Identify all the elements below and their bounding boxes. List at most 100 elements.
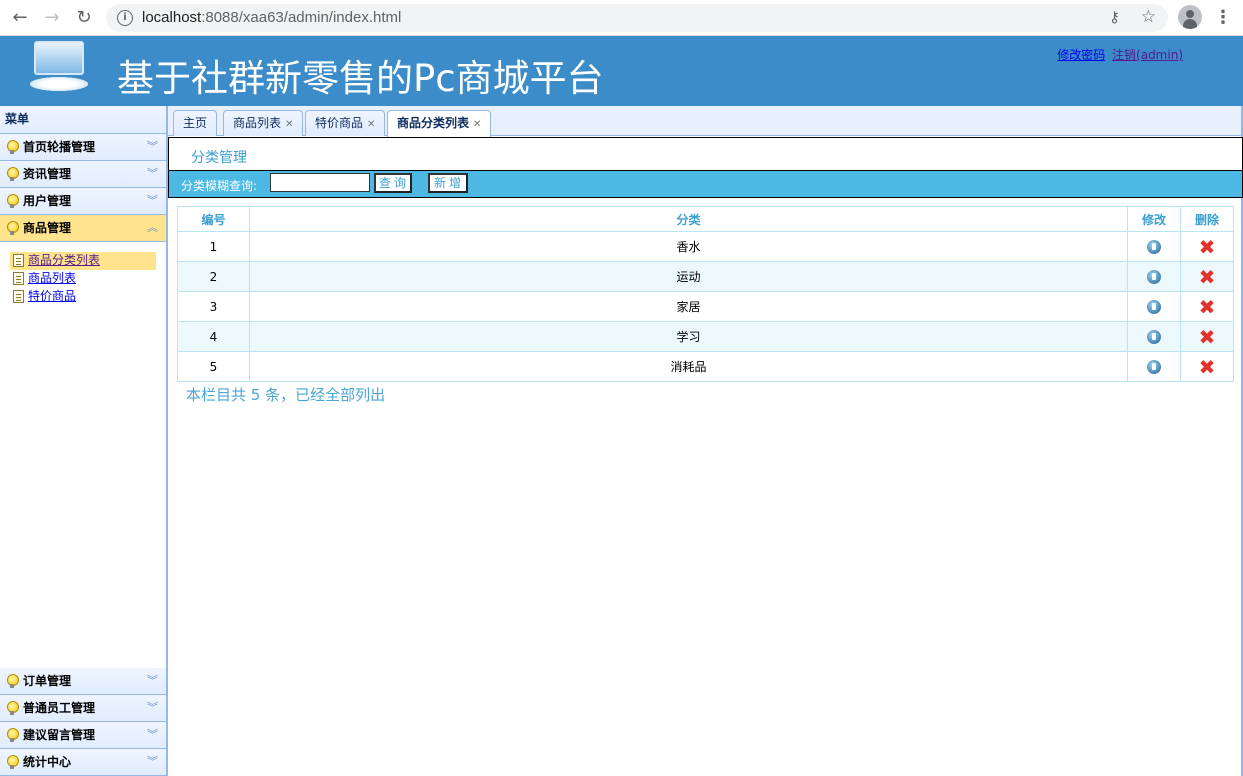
query-button[interactable]: 查询: [374, 173, 412, 193]
sidebar-panel-staff[interactable]: 普通员工管理 ︾: [0, 695, 166, 722]
panel-label: 统计中心: [23, 755, 72, 769]
sidebar-item-label[interactable]: 商品分类列表: [28, 253, 100, 267]
profile-avatar-icon[interactable]: [1178, 5, 1202, 29]
delete-x-icon[interactable]: ✖: [1199, 237, 1216, 257]
more-menu-icon[interactable]: ⋮: [1213, 6, 1233, 30]
column-header-delete: 删除: [1180, 206, 1234, 232]
cell-edit: [1127, 231, 1181, 262]
lightbulb-icon: [7, 194, 19, 208]
chevron-down-icon[interactable]: ︾: [147, 668, 158, 694]
forward-arrow-icon[interactable]: →: [40, 6, 64, 30]
panel-label: 资讯管理: [23, 167, 72, 181]
tab-label: 商品分类列表: [397, 116, 470, 130]
url-path: :8088/xaa63/admin/index.html: [201, 9, 402, 26]
delete-x-icon[interactable]: ✖: [1199, 327, 1216, 347]
chevron-down-icon[interactable]: ︾: [147, 161, 158, 187]
tab-bar: 主页 商品列表 ✕ 特价商品 ✕ 商品分类列表 ✕: [168, 106, 1241, 137]
sidebar-item-product-list[interactable]: 商品列表: [10, 270, 156, 288]
cell-edit: [1127, 261, 1181, 292]
sidebar-panel-products[interactable]: 商品管理 ︽: [0, 215, 166, 242]
cell-id: 2: [177, 261, 250, 292]
tab-label: 特价商品: [315, 116, 364, 130]
close-icon[interactable]: ✕: [285, 119, 293, 130]
chevron-down-icon[interactable]: ︾: [147, 188, 158, 214]
close-icon[interactable]: ✕: [367, 119, 375, 130]
cell-category: 消耗品: [249, 351, 1128, 382]
category-search-input[interactable]: [270, 173, 370, 192]
tab-label: 商品列表: [233, 116, 282, 130]
tab-product-list[interactable]: 商品列表 ✕: [223, 110, 304, 136]
add-button[interactable]: 新增: [428, 173, 468, 193]
url-text[interactable]: localhost:8088/xaa63/admin/index.html: [142, 9, 401, 26]
cell-category: 运动: [249, 261, 1128, 292]
key-icon[interactable]: ⚷: [1109, 8, 1120, 26]
cell-edit: [1127, 321, 1181, 352]
cell-delete: ✖: [1180, 261, 1234, 292]
close-icon[interactable]: ✕: [473, 119, 481, 130]
tab-category-list[interactable]: 商品分类列表 ✕: [387, 110, 492, 137]
cell-category: 香水: [249, 231, 1128, 262]
bookmark-star-icon[interactable]: ☆: [1141, 7, 1156, 27]
computer-logo-icon: [30, 41, 88, 93]
info-icon[interactable]: i: [117, 10, 133, 26]
logout-link[interactable]: 注销(admin): [1112, 48, 1183, 62]
chevron-down-icon[interactable]: ︾: [147, 134, 158, 160]
search-label: 分类模糊查询:: [181, 179, 258, 193]
address-bar[interactable]: i localhost:8088/xaa63/admin/index.html …: [106, 4, 1168, 32]
sidebar-panel-statistics[interactable]: 统计中心 ︾: [0, 749, 166, 776]
lightbulb-icon: [7, 221, 19, 235]
sidebar-item-label[interactable]: 商品列表: [28, 271, 76, 285]
cell-edit: [1127, 291, 1181, 322]
document-icon: [13, 272, 24, 285]
app-title: 基于社群新零售的Pc商城平台: [117, 57, 604, 100]
sidebar-panel-users[interactable]: 用户管理 ︾: [0, 188, 166, 215]
delete-x-icon[interactable]: ✖: [1199, 357, 1216, 377]
cell-category: 家居: [249, 291, 1128, 322]
change-password-link[interactable]: 修改密码: [1057, 48, 1105, 62]
products-submenu: 商品分类列表 商品列表 特价商品: [0, 242, 166, 668]
delete-x-icon[interactable]: ✖: [1199, 267, 1216, 287]
sidebar-panel-feedback[interactable]: 建议留言管理 ︾: [0, 722, 166, 749]
sidebar-item-label[interactable]: 特价商品: [28, 289, 76, 303]
cell-edit: [1127, 351, 1181, 382]
edit-icon[interactable]: [1147, 359, 1161, 374]
record-summary: 本栏目共 5 条，已经全部列出: [186, 386, 386, 404]
document-icon: [13, 290, 24, 303]
back-arrow-icon[interactable]: ←: [8, 6, 32, 30]
url-host: localhost: [142, 9, 202, 26]
sidebar-panel-orders[interactable]: 订单管理 ︾: [0, 668, 166, 695]
reload-icon[interactable]: ↻: [72, 6, 96, 30]
delete-x-icon[interactable]: ✖: [1199, 297, 1216, 317]
table-row: 3 家居 ✖: [177, 291, 1234, 322]
tab-home[interactable]: 主页: [173, 110, 218, 136]
chevron-up-icon[interactable]: ︽: [147, 215, 158, 241]
panel-label: 首页轮播管理: [23, 140, 96, 154]
app-header: 基于社群新零售的Pc商城平台 修改密码 注销(admin): [0, 36, 1243, 106]
content-header: 分类管理: [168, 137, 1243, 171]
chevron-down-icon[interactable]: ︾: [147, 749, 158, 775]
panel-label: 建议留言管理: [23, 728, 96, 742]
sidebar-title: 菜单: [0, 106, 166, 134]
column-header-category: 分类: [249, 206, 1128, 232]
table-header-row: 编号 分类 修改 删除: [177, 206, 1234, 232]
sidebar-item-category-list[interactable]: 商品分类列表: [10, 252, 156, 270]
sidebar-panel-carousel[interactable]: 首页轮播管理 ︾: [0, 134, 166, 161]
chevron-down-icon[interactable]: ︾: [147, 695, 158, 721]
edit-icon[interactable]: [1147, 269, 1161, 284]
edit-icon[interactable]: [1147, 329, 1161, 344]
panel-label: 商品管理: [23, 221, 72, 235]
category-table: 编号 分类 修改 删除 1 香水 ✖ 2 运动 ✖ 3 家居 ✖ 4 学习 ✖ …: [177, 206, 1234, 382]
table-row: 2 运动 ✖: [177, 261, 1234, 292]
search-bar: 分类模糊查询: 查询 新增: [168, 171, 1243, 198]
edit-icon[interactable]: [1147, 239, 1161, 254]
cell-delete: ✖: [1180, 351, 1234, 382]
sidebar-item-special-products[interactable]: 特价商品: [10, 288, 156, 306]
cell-delete: ✖: [1180, 231, 1234, 262]
sidebar-menu: 菜单 首页轮播管理 ︾ 资讯管理 ︾ 用户管理 ︾ 商品管理 ︽ 商品分类列表 …: [0, 106, 168, 776]
table-row: 1 香水 ✖: [177, 231, 1234, 262]
sidebar-panel-news[interactable]: 资讯管理 ︾: [0, 161, 166, 188]
tab-special-products[interactable]: 特价商品 ✕: [305, 110, 386, 136]
cell-delete: ✖: [1180, 321, 1234, 352]
chevron-down-icon[interactable]: ︾: [147, 722, 158, 748]
edit-icon[interactable]: [1147, 299, 1161, 314]
